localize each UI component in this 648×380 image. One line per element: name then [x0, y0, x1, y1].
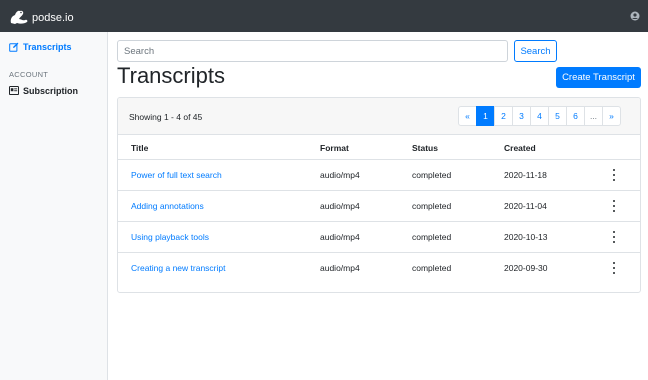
page-ellipsis: ... — [584, 106, 603, 126]
column-header-format[interactable]: Format — [320, 143, 349, 153]
transcript-format: audio/mp4 — [320, 170, 360, 180]
table-row: Using playback tools audio/mp4 completed… — [118, 222, 640, 253]
transcript-title-link[interactable]: Adding annotations — [131, 201, 204, 211]
transcript-title-link[interactable]: Using playback tools — [131, 232, 209, 242]
page-prev[interactable]: « — [458, 106, 477, 126]
vertical-ellipsis-icon[interactable] — [611, 231, 617, 243]
page-2[interactable]: 2 — [494, 106, 513, 126]
vertical-ellipsis-icon[interactable] — [611, 200, 617, 212]
table-row: Creating a new transcript audio/mp4 comp… — [118, 253, 640, 284]
page-4[interactable]: 4 — [530, 106, 549, 126]
sidebar-section-account: ACCOUNT — [9, 70, 49, 79]
table-row: Power of full text search audio/mp4 comp… — [118, 160, 640, 191]
transcript-title-link[interactable]: Creating a new transcript — [131, 263, 226, 273]
vertical-ellipsis-icon[interactable] — [611, 262, 617, 274]
transcript-format: audio/mp4 — [320, 201, 360, 211]
page-next[interactable]: » — [602, 106, 621, 126]
table-row: Adding annotations audio/mp4 completed 2… — [118, 191, 640, 222]
create-transcript-button[interactable]: Create Transcript — [556, 67, 641, 88]
card-header: Showing 1 - 4 of 45 « 1 2 3 4 5 6 ... » — [118, 98, 640, 135]
page-5[interactable]: 5 — [548, 106, 567, 126]
page-1[interactable]: 1 — [476, 106, 495, 126]
vertical-ellipsis-icon[interactable] — [611, 169, 617, 181]
sidebar-item-label: Subscription — [23, 85, 79, 96]
sidebar-item-label: Transcripts — [23, 41, 72, 52]
transcript-title-link[interactable]: Power of full text search — [131, 170, 222, 180]
transcript-format: audio/mp4 — [320, 232, 360, 242]
transcript-created: 2020-11-18 — [504, 170, 547, 180]
transcript-created: 2020-09-30 — [504, 263, 548, 273]
transcript-status: completed — [412, 170, 452, 180]
column-header-created[interactable]: Created — [504, 143, 536, 153]
pagination: « 1 2 3 4 5 6 ... » — [458, 106, 621, 126]
user-circle-icon[interactable] — [630, 11, 640, 21]
edit-square-icon — [8, 41, 19, 52]
transcripts-card: Showing 1 - 4 of 45 « 1 2 3 4 5 6 ... » … — [117, 97, 641, 293]
page-title: Transcripts — [117, 63, 225, 88]
sidebar-item-subscription[interactable]: Subscription — [8, 85, 78, 96]
transcript-status: completed — [412, 201, 452, 211]
showing-count: Showing 1 - 4 of 45 — [129, 112, 203, 122]
transcript-format: audio/mp4 — [320, 263, 360, 273]
column-header-status[interactable]: Status — [412, 143, 438, 153]
page-6[interactable]: 6 — [566, 106, 585, 126]
column-header-title[interactable]: Title — [131, 143, 148, 153]
transcript-created: 2020-11-04 — [504, 201, 547, 211]
brand-name: podse.io — [32, 12, 74, 24]
page-3[interactable]: 3 — [512, 106, 531, 126]
transcript-status: completed — [412, 232, 452, 242]
id-card-icon — [8, 85, 19, 96]
sidebar-item-transcripts[interactable]: Transcripts — [8, 41, 72, 52]
sidebar: Transcripts ACCOUNT Subscription — [0, 32, 108, 380]
search-input[interactable] — [117, 40, 508, 62]
brand[interactable]: podse.io — [8, 6, 74, 26]
transcript-created: 2020-10-13 — [504, 232, 548, 242]
top-navbar: podse.io — [0, 0, 648, 32]
search-button[interactable]: Search — [514, 40, 557, 62]
seal-logo-icon — [10, 10, 28, 24]
transcript-status: completed — [412, 263, 452, 273]
